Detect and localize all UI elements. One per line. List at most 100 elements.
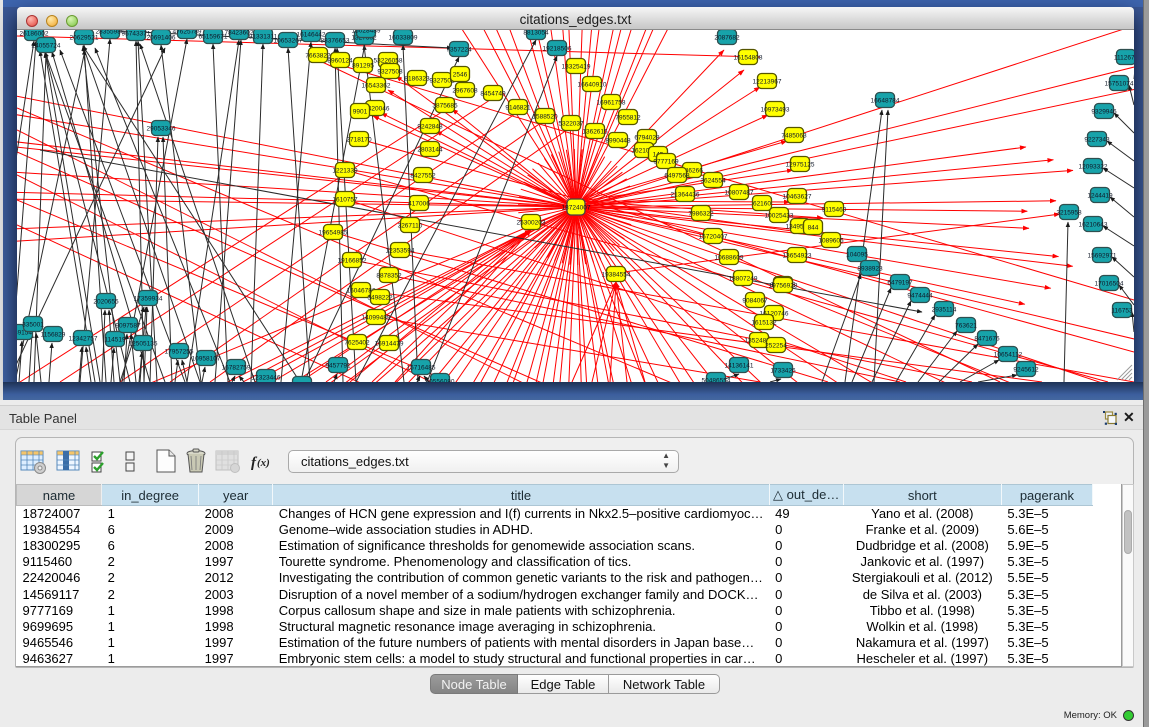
svg-text:8454749: 8454749 [480, 90, 506, 97]
svg-text:20629521: 20629521 [70, 34, 99, 41]
svg-text:3624554: 3624554 [700, 177, 726, 184]
svg-text:10463627: 10463627 [783, 193, 812, 200]
svg-text:2020655: 2020655 [93, 298, 119, 305]
svg-text:16033809: 16033809 [389, 34, 418, 41]
svg-text:8471676: 8471676 [974, 335, 1000, 342]
svg-text:12323446: 12323446 [252, 374, 281, 381]
svg-text:19218506: 19218506 [543, 45, 572, 52]
svg-text:19166852: 19166852 [338, 257, 367, 264]
svg-text:24055724: 24055724 [32, 42, 61, 49]
svg-text:116753: 116753 [1111, 307, 1133, 314]
svg-text:7485063: 7485063 [781, 132, 807, 139]
svg-text:13654923: 13654923 [783, 252, 812, 259]
svg-text:7986322: 7986322 [688, 210, 714, 217]
svg-text:29053346: 29053346 [147, 125, 176, 132]
svg-text:88376653: 88376653 [321, 37, 350, 44]
svg-text:15751074: 15751074 [1105, 80, 1134, 87]
svg-text:12093322: 12093322 [1079, 163, 1108, 170]
svg-text:891295: 891295 [352, 62, 374, 69]
svg-text:3498222: 3498222 [367, 294, 393, 301]
svg-text:10807487: 10807487 [725, 189, 754, 196]
svg-text:28355986: 28355986 [96, 30, 125, 35]
svg-text:2935114: 2935114 [932, 306, 957, 313]
svg-text:8938923: 8938923 [857, 265, 883, 272]
svg-text:16154808: 16154808 [734, 54, 763, 61]
svg-text:7357224: 7357224 [446, 46, 472, 53]
svg-text:3215958: 3215958 [1056, 209, 1082, 216]
svg-text:10973493: 10973493 [761, 106, 790, 113]
svg-text:1588520: 1588520 [532, 113, 558, 120]
svg-text:16543362: 16543362 [362, 82, 391, 89]
svg-text:2087682: 2087682 [714, 34, 740, 41]
svg-text:9084067: 9084067 [742, 297, 768, 304]
svg-text:417006: 417006 [408, 200, 430, 207]
svg-text:9115460: 9115460 [822, 206, 847, 213]
svg-text:10025433: 10025433 [765, 212, 794, 219]
svg-text:12505135: 12505135 [129, 340, 158, 347]
svg-text:9329946: 9329946 [1091, 108, 1117, 115]
svg-text:19384554: 19384554 [602, 271, 631, 278]
svg-text:15720407: 15720407 [699, 233, 728, 240]
svg-text:8186323: 8186323 [404, 75, 430, 82]
svg-text:8878352: 8878352 [376, 272, 402, 279]
svg-text:1244419: 1244419 [1087, 192, 1113, 199]
svg-text:763621: 763621 [955, 322, 977, 329]
svg-text:15028489: 15028489 [352, 30, 381, 34]
svg-text:16640910: 16640910 [578, 81, 607, 88]
svg-text:16210643: 16210643 [1079, 221, 1108, 228]
svg-text:16782759: 16782759 [222, 364, 251, 371]
svg-text:1112674: 1112674 [1114, 54, 1134, 61]
svg-text:(x): (x) [257, 457, 270, 469]
svg-text:9146821: 9146821 [505, 104, 531, 111]
svg-text:3267110: 3267110 [398, 222, 423, 229]
svg-text:9777169: 9777169 [653, 158, 679, 165]
svg-text:9457791: 9457791 [325, 362, 351, 369]
svg-text:9245612: 9245612 [1013, 366, 1039, 373]
svg-text:9474444: 9474444 [907, 292, 933, 299]
svg-text:1221339: 1221339 [332, 167, 358, 174]
svg-text:2718170: 2718170 [346, 136, 372, 143]
svg-text:8427552: 8427552 [410, 172, 436, 179]
svg-text:10653267: 10653267 [274, 37, 303, 44]
svg-text:1610757: 1610757 [332, 196, 358, 203]
svg-text:19654985: 19654985 [319, 229, 348, 236]
svg-text:1362615: 1362615 [582, 128, 608, 135]
svg-text:10958107: 10958107 [192, 355, 221, 362]
svg-text:10688609: 10688609 [715, 254, 744, 261]
svg-text:47625789: 47625789 [173, 30, 202, 35]
svg-text:17016504: 17016504 [1095, 280, 1124, 287]
svg-text:6497568: 6497568 [664, 172, 690, 179]
svg-text:6794028: 6794028 [634, 134, 660, 141]
svg-text:1089605: 1089605 [818, 237, 844, 244]
svg-text:1733426: 1733426 [770, 367, 796, 374]
svg-text:2546: 2546 [453, 71, 468, 78]
svg-text:25300203: 25300203 [517, 219, 546, 226]
svg-text:17957255: 17957255 [165, 348, 194, 355]
svg-text:9901: 9901 [353, 108, 368, 115]
svg-text:60556080: 60556080 [426, 378, 455, 382]
svg-text:5322037: 5322037 [558, 120, 584, 127]
svg-text:21364436: 21364436 [671, 191, 700, 198]
svg-text:9327508: 9327508 [377, 68, 403, 75]
svg-text:62160: 62160 [753, 200, 771, 207]
svg-text:14136141: 14136141 [725, 362, 754, 369]
svg-text:20691406: 20691406 [147, 34, 176, 41]
svg-text:2803144: 2803144 [417, 146, 443, 153]
svg-text:8990448: 8990448 [605, 137, 631, 144]
svg-text:26186002: 26186002 [20, 30, 49, 37]
svg-text:12975125: 12975125 [786, 161, 815, 168]
svg-text:2967608: 2967608 [452, 87, 478, 94]
svg-text:252254: 252254 [765, 342, 787, 349]
svg-text:8813054: 8813054 [523, 30, 549, 36]
svg-text:13325419: 13325419 [562, 63, 591, 70]
svg-text:65159671: 65159671 [199, 33, 228, 40]
svg-text:1615132: 1615132 [751, 319, 777, 326]
svg-text:12342757: 12342757 [69, 335, 98, 342]
svg-text:16648784: 16648784 [871, 97, 900, 104]
svg-text:9097587: 9097587 [115, 322, 141, 329]
svg-text:3875685: 3875685 [432, 102, 458, 109]
svg-text:16961758: 16961758 [597, 99, 626, 106]
svg-text:18724007: 18724007 [562, 204, 591, 211]
svg-text:1156829: 1156829 [41, 331, 66, 338]
svg-text:114519: 114519 [104, 336, 126, 343]
